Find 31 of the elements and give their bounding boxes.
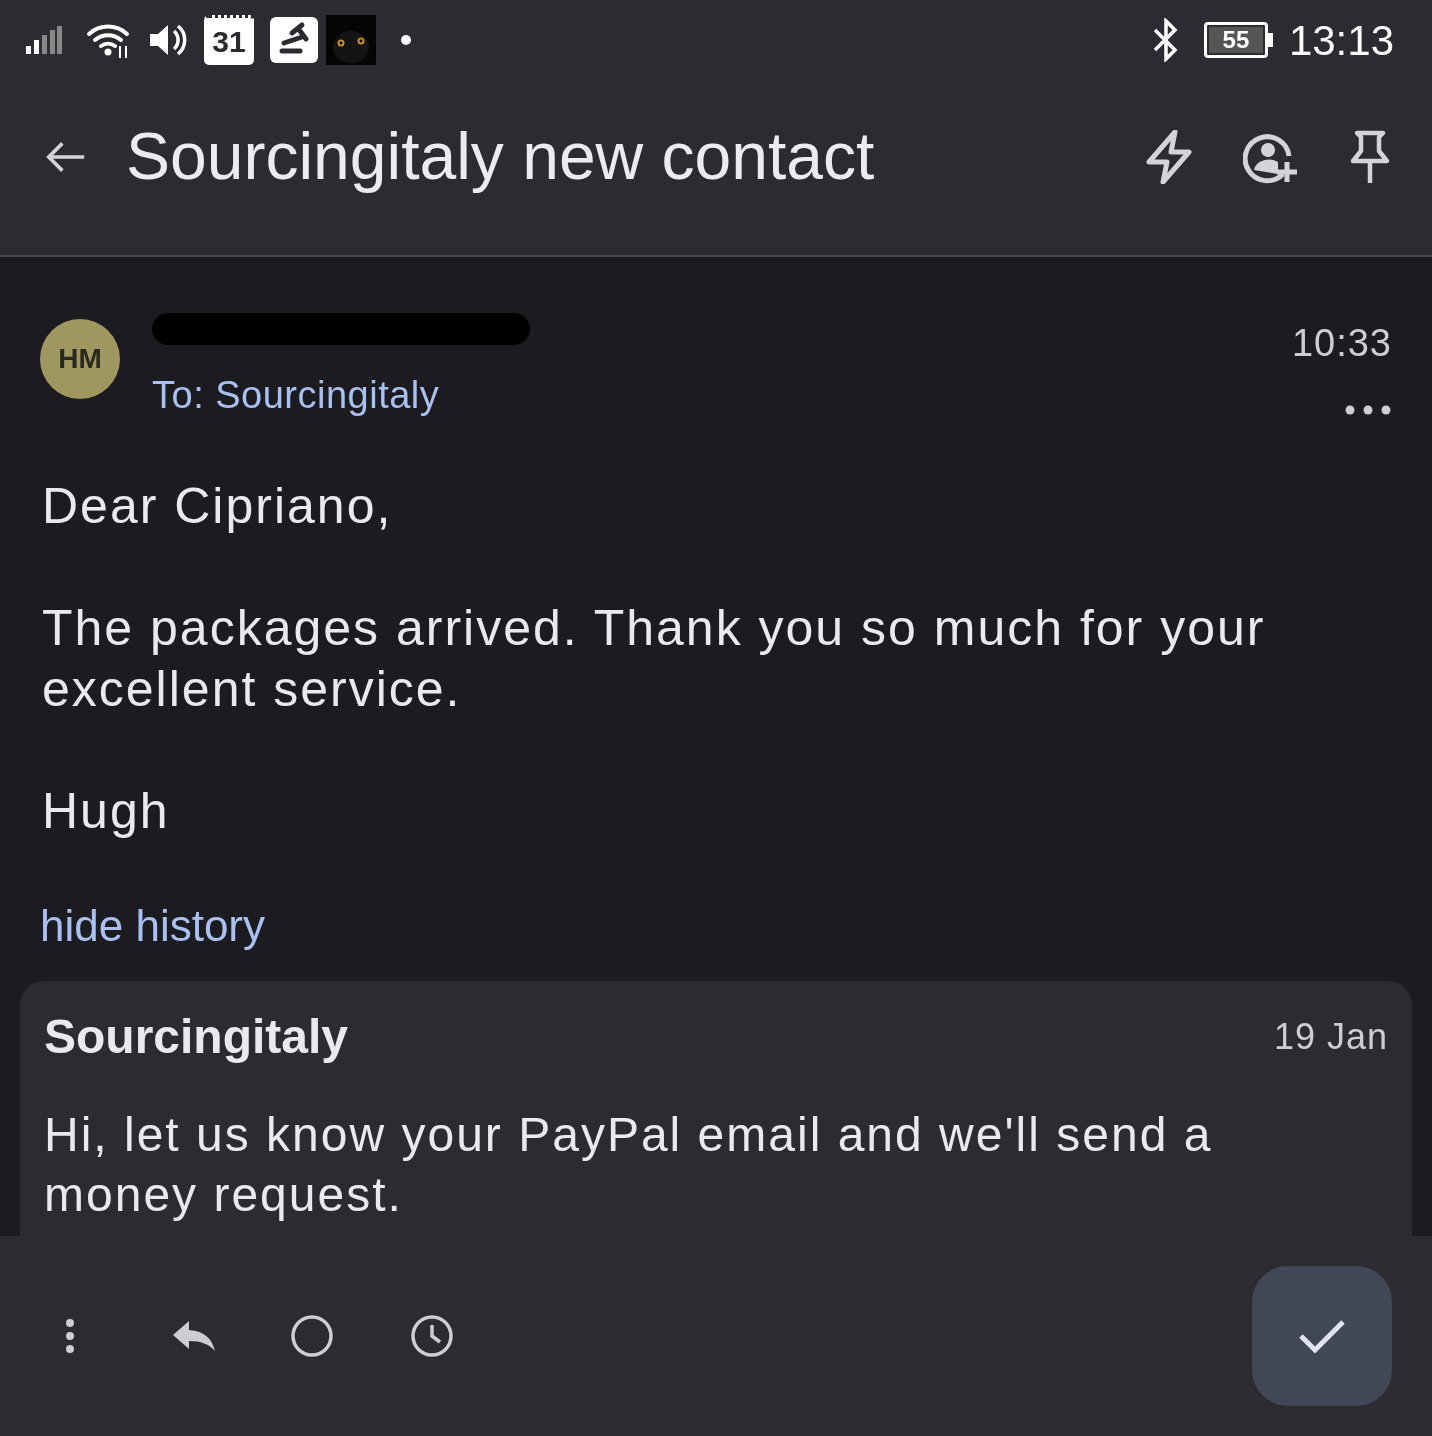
hide-history-link[interactable]: hide history (40, 901, 265, 950)
notification-dot-icon (400, 34, 412, 46)
lightning-icon (1145, 129, 1193, 184)
app-icon (270, 17, 318, 63)
message-paragraph: The packages arrived. Thank you so much for your excellent service. (42, 599, 1267, 719)
volume-icon (148, 22, 188, 58)
history-date: 19 Jan (1273, 1015, 1388, 1059)
pin-button[interactable] (1348, 128, 1392, 185)
recipient-label: To: Sourcingitaly (152, 373, 441, 418)
status-time: 13:13 (1288, 15, 1394, 66)
reply-arrow-icon (171, 1319, 217, 1353)
more-vertical-icon (64, 1318, 76, 1354)
email-subject: Sourcingitaly new contact (126, 117, 876, 195)
signal-icon (26, 26, 62, 54)
circle-icon (290, 1314, 334, 1358)
history-message: Hi, let us know your PayPal email and we'll send a money request. (44, 1107, 1214, 1223)
sender-avatar: HM (40, 319, 120, 399)
pin-icon (1349, 129, 1391, 184)
bluetooth-icon (1151, 18, 1180, 62)
more-horizontal-icon (1345, 405, 1391, 415)
calendar-icon: 31 (204, 15, 254, 65)
wifi-icon (86, 22, 132, 58)
checkmark-icon (1298, 1318, 1346, 1354)
message-paragraph: Dear Cipriano, (42, 477, 394, 536)
clock-icon (410, 1314, 454, 1358)
circle-button[interactable] (290, 1314, 334, 1358)
clock-button[interactable] (410, 1314, 454, 1358)
lightning-button[interactable] (1144, 128, 1194, 185)
message-paragraph: Hugh (42, 782, 171, 841)
history-sender: Sourcingitaly (44, 1009, 349, 1065)
message-time: 10:33 (1291, 321, 1392, 366)
